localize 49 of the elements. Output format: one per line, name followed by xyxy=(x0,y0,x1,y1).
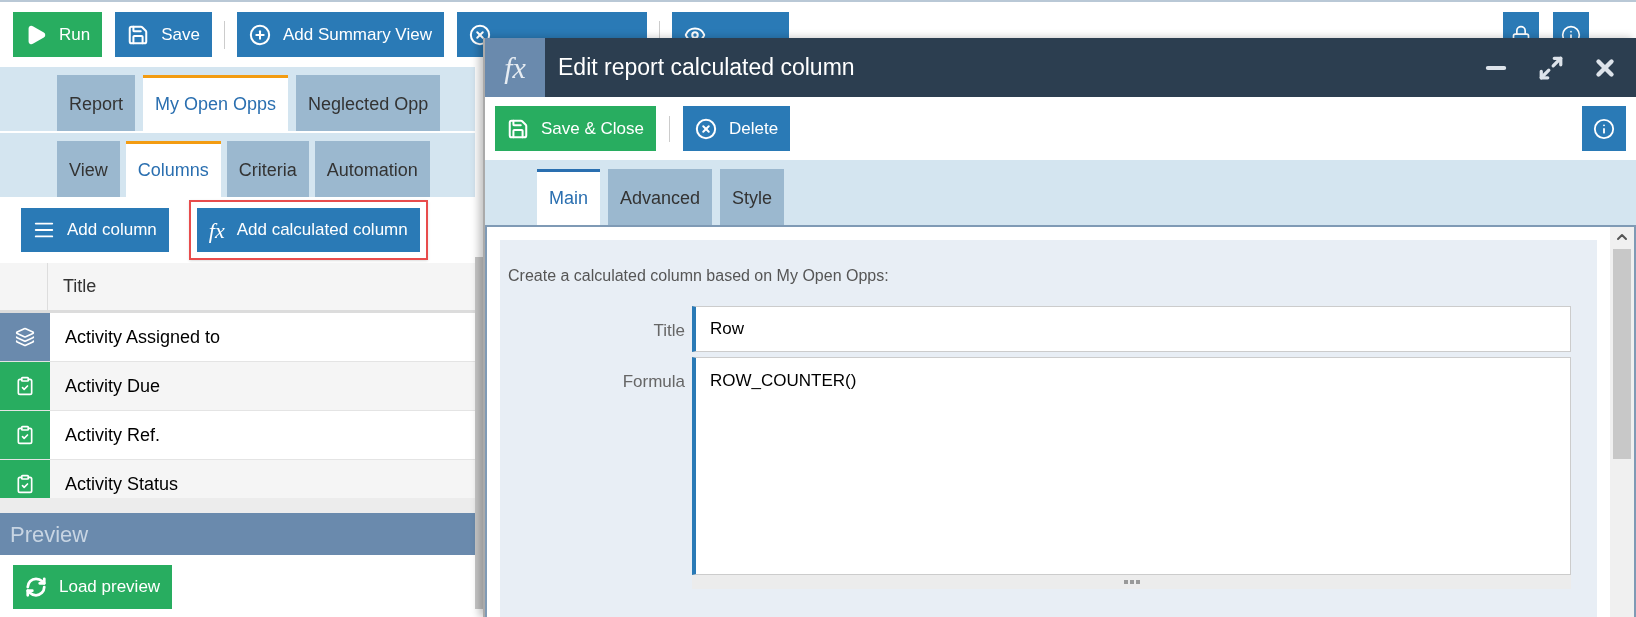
add-button[interactable]: Add Summary View xyxy=(236,12,444,57)
stack-icon xyxy=(15,327,35,347)
fx-icon: fx xyxy=(485,38,545,97)
tab[interactable]: Report xyxy=(57,75,136,131)
scrollbar-thumb[interactable] xyxy=(1613,249,1631,459)
expand-icon[interactable] xyxy=(1538,54,1564,81)
tab[interactable]: My Open Opps xyxy=(143,75,289,131)
tab[interactable]: Columns xyxy=(125,141,221,197)
tab[interactable]: Neglected Opp xyxy=(296,75,441,131)
save-button[interactable]: Save & Close xyxy=(495,106,656,151)
preview-header: Preview xyxy=(0,513,475,555)
title-field[interactable]: Row xyxy=(692,306,1571,352)
grip-icon xyxy=(1123,580,1140,584)
save-icon xyxy=(127,23,150,46)
load-preview-button[interactable]: Load preview xyxy=(13,565,173,609)
tab[interactable]: Style xyxy=(720,169,785,225)
save-icon xyxy=(507,117,529,140)
table-cell-text: Activity Ref. xyxy=(64,423,161,447)
save-button[interactable]: Save xyxy=(115,12,212,57)
table-cell-text: Activity Assigned to xyxy=(64,325,221,349)
fx-icon: fx xyxy=(208,213,225,247)
tab[interactable]: Main xyxy=(537,169,600,225)
clipboard-check-icon xyxy=(15,474,35,494)
formula-field[interactable]: ROW_COUNTER() xyxy=(692,357,1571,575)
info-icon xyxy=(1593,117,1615,140)
run-button[interactable]: Run xyxy=(13,12,103,57)
scrollbar[interactable] xyxy=(1610,227,1634,617)
clipboard-check-icon xyxy=(15,425,35,445)
delete-button[interactable]: Delete xyxy=(683,106,791,151)
tab[interactable]: Criteria xyxy=(226,141,309,197)
column-header: Title xyxy=(62,275,97,298)
window-title: Edit report calculated column xyxy=(558,53,855,83)
add-column-button[interactable]: fx Add calculated column xyxy=(196,208,420,252)
clipboard-check-icon xyxy=(15,376,35,396)
tab[interactable]: Automation xyxy=(314,141,430,197)
table-cell-text: Activity Due xyxy=(64,374,161,398)
scrollbar[interactable] xyxy=(475,257,483,609)
intro-text: Create a calculated column based on My Open Opps: xyxy=(508,266,890,286)
tab[interactable]: View xyxy=(57,141,120,197)
field-label: Formula xyxy=(621,371,686,393)
refresh-icon xyxy=(25,576,47,598)
field-label: Title xyxy=(652,320,686,342)
close-circle-icon xyxy=(695,117,717,140)
info-button[interactable] xyxy=(1582,106,1626,151)
add-column-button[interactable]: Add column xyxy=(21,208,169,252)
table-cell-text: Activity Status xyxy=(64,472,179,496)
tab[interactable]: Advanced xyxy=(608,169,713,225)
plus-circle-icon xyxy=(248,23,271,46)
resize-handle[interactable] xyxy=(692,575,1571,589)
